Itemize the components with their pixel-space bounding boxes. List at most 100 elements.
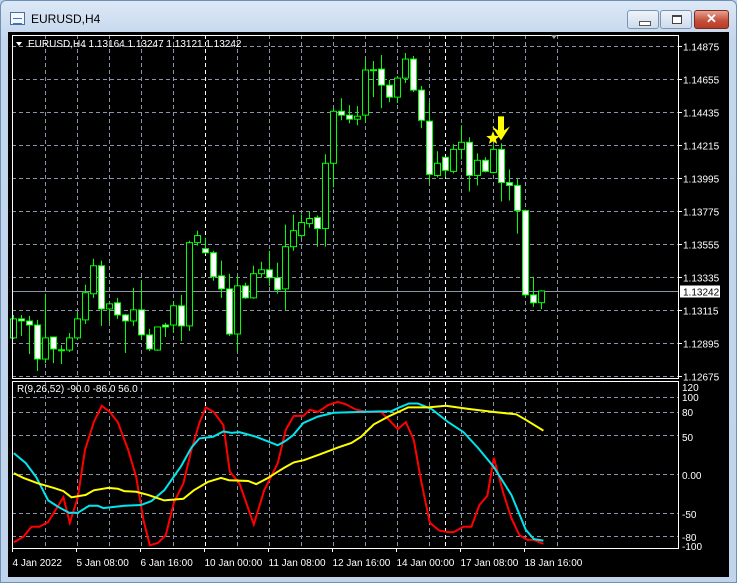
candle-body [442,156,449,171]
candle[interactable] [10,314,17,339]
candle[interactable] [218,260,225,298]
candle-body [18,318,25,322]
candle-body [402,58,409,79]
candle[interactable] [266,250,273,286]
chart-shift-icon[interactable] [551,35,557,39]
candle-body [482,159,489,172]
candle-body [218,275,225,290]
candle[interactable] [450,144,457,174]
price-tick-label: 1.13335 [683,274,720,285]
price-tick-label: 1.14875 [683,43,720,54]
candle[interactable] [122,313,129,354]
candle[interactable] [138,280,145,340]
candle[interactable] [426,102,433,183]
candle[interactable] [498,143,505,202]
candle[interactable] [410,56,417,93]
indicator-panel-border [12,381,679,549]
candle-body [466,141,473,176]
candle[interactable] [234,275,241,351]
candle-body [114,302,121,316]
candle[interactable] [330,108,337,188]
candle[interactable] [26,315,33,355]
price-tick-label: 1.13995 [683,175,720,186]
candle-body [146,334,153,350]
indicator-tick-label: 0.00 [682,471,702,482]
candle[interactable] [378,55,385,109]
candle[interactable] [306,211,313,228]
candle[interactable] [346,105,353,124]
candle[interactable] [538,290,545,310]
time-tick-label: 5 Jan 08:00 [77,558,130,569]
candle[interactable] [458,125,465,160]
candle[interactable] [418,86,425,129]
candle[interactable] [354,106,361,126]
candle[interactable] [18,314,25,336]
candle-body [338,110,345,116]
candle[interactable] [274,262,281,294]
candle[interactable] [178,294,185,342]
candle[interactable] [482,157,489,173]
candle[interactable] [522,209,529,298]
candle-body [122,314,129,322]
price-tick-label: 1.13115 [683,307,719,318]
candle[interactable] [34,319,41,372]
candle[interactable] [394,76,401,104]
candle[interactable] [202,237,209,254]
candle[interactable] [162,322,169,337]
candle[interactable] [226,273,233,336]
candle[interactable] [402,53,409,84]
candle[interactable] [154,326,161,351]
candle[interactable] [290,214,297,251]
candle[interactable] [338,98,345,121]
candle[interactable] [194,230,201,246]
candle[interactable] [74,311,81,339]
candle-body [354,115,361,120]
candle[interactable] [66,332,73,352]
candle-body [66,337,73,351]
candle[interactable] [466,137,473,192]
candle[interactable] [210,250,217,281]
candle[interactable] [298,214,305,238]
candle[interactable] [474,153,481,186]
candle[interactable] [82,284,89,324]
candle-body [418,89,425,121]
candle[interactable] [106,303,113,322]
candle-body [74,318,81,339]
candle[interactable] [90,258,97,298]
candle[interactable] [282,224,289,310]
candle-body [474,159,481,176]
chart-menu-triangle-icon[interactable] [16,42,22,46]
candle[interactable] [362,59,369,123]
indicator-line [13,400,544,547]
candle[interactable] [242,282,249,299]
candle[interactable] [130,287,137,326]
candle[interactable] [490,144,497,174]
candle[interactable] [314,215,321,247]
candle[interactable] [42,293,49,364]
candle[interactable] [386,80,393,103]
candle[interactable] [514,178,521,234]
candle[interactable] [322,154,329,247]
candle[interactable] [434,151,441,178]
candle-body [530,294,537,304]
candle[interactable] [258,261,265,278]
candle[interactable] [58,344,65,364]
time-tick-label: 12 Jan 16:00 [333,558,391,569]
candle-body [346,114,353,120]
candle[interactable] [250,265,257,299]
candle[interactable] [506,169,513,201]
candle-body [514,185,521,212]
candle[interactable] [98,260,105,326]
time-tick-label: 6 Jan 16:00 [141,558,194,569]
candle[interactable] [114,297,121,319]
candle-body [450,148,457,172]
candle[interactable] [146,328,153,351]
indicator-tick-label: 100 [682,393,699,404]
candle[interactable] [170,300,177,333]
candle[interactable] [186,240,193,331]
candle[interactable] [442,156,449,178]
candle-body [58,349,65,352]
price-chart[interactable]: 1.14875 1.14655 1.14435 1.14215 1.13995 1.137… [0,0,737,583]
candle[interactable] [50,336,57,364]
candle-body [130,309,137,322]
